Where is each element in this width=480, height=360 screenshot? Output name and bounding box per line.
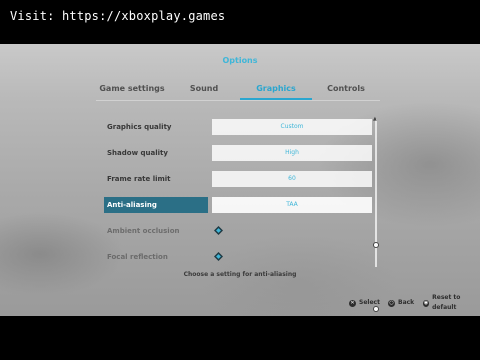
tabs-divider — [96, 100, 380, 101]
setting-row-shadow-quality[interactable]: Shadow quality High — [104, 145, 374, 161]
setting-label: Anti-aliasing — [104, 197, 208, 213]
setting-label: Graphics quality — [107, 123, 172, 131]
focal-reflection-toggle-icon[interactable] — [214, 252, 223, 261]
setting-label: Ambient occlusion — [107, 227, 180, 235]
setting-label: Focal reflection — [107, 253, 168, 261]
scroll-up-icon[interactable]: ▲ — [373, 116, 379, 122]
select-label: Select — [359, 299, 380, 306]
reset-default-button[interactable]: ◉ Reset to default — [423, 294, 480, 311]
tab-sound[interactable]: Sound — [168, 78, 240, 99]
setting-row-focal-reflection[interactable]: Focal reflection — [104, 249, 374, 265]
back-button[interactable]: ○ Back — [388, 298, 414, 308]
setting-row-graphics-quality[interactable]: Graphics quality Custom — [104, 119, 374, 135]
options-screen: Options Game settings Sound Graphics Con… — [0, 44, 480, 316]
reset-label: Reset to default — [432, 294, 461, 311]
circle-button-icon: ○ — [388, 299, 395, 307]
select-button[interactable]: ✕ Select — [349, 298, 380, 308]
options-button-icon: ◉ — [423, 299, 430, 307]
setting-label: Shadow quality — [107, 149, 168, 157]
setting-hint: Choose a setting for anti-aliasing — [183, 271, 297, 278]
setting-row-anti-aliasing[interactable]: Anti-aliasing TAA — [104, 197, 374, 213]
setting-row-frame-rate-limit[interactable]: Frame rate limit 60 — [104, 171, 374, 187]
tab-label: Controls — [327, 84, 365, 93]
tab-label: Graphics — [256, 84, 296, 93]
footer-controls: ✕ Select ○ Back ◉ Reset to default — [0, 294, 480, 311]
anti-aliasing-select[interactable]: TAA — [212, 197, 372, 213]
tab-label: Sound — [189, 84, 219, 93]
tab-bar: Game settings Sound Graphics Controls — [96, 78, 380, 100]
ambient-occlusion-toggle-icon[interactable] — [214, 226, 223, 235]
page-title: Options — [222, 56, 258, 65]
setting-label: Frame rate limit — [107, 175, 171, 183]
graphics-quality-select[interactable]: Custom — [212, 119, 372, 135]
tab-graphics[interactable]: Graphics — [240, 78, 312, 100]
tab-controls[interactable]: Controls — [312, 78, 380, 99]
scroll-thumb-icon[interactable] — [373, 242, 379, 248]
cross-button-icon: ✕ — [349, 299, 356, 307]
back-label: Back — [398, 299, 415, 306]
tab-label: Game settings — [99, 84, 165, 93]
watermark-text: Visit: https://xboxplay.games — [10, 9, 226, 23]
setting-row-ambient-occlusion[interactable]: Ambient occlusion — [104, 223, 374, 239]
shadow-quality-select[interactable]: High — [212, 145, 372, 161]
frame-rate-limit-select[interactable]: 60 — [212, 171, 372, 187]
tab-game-settings[interactable]: Game settings — [96, 78, 168, 99]
